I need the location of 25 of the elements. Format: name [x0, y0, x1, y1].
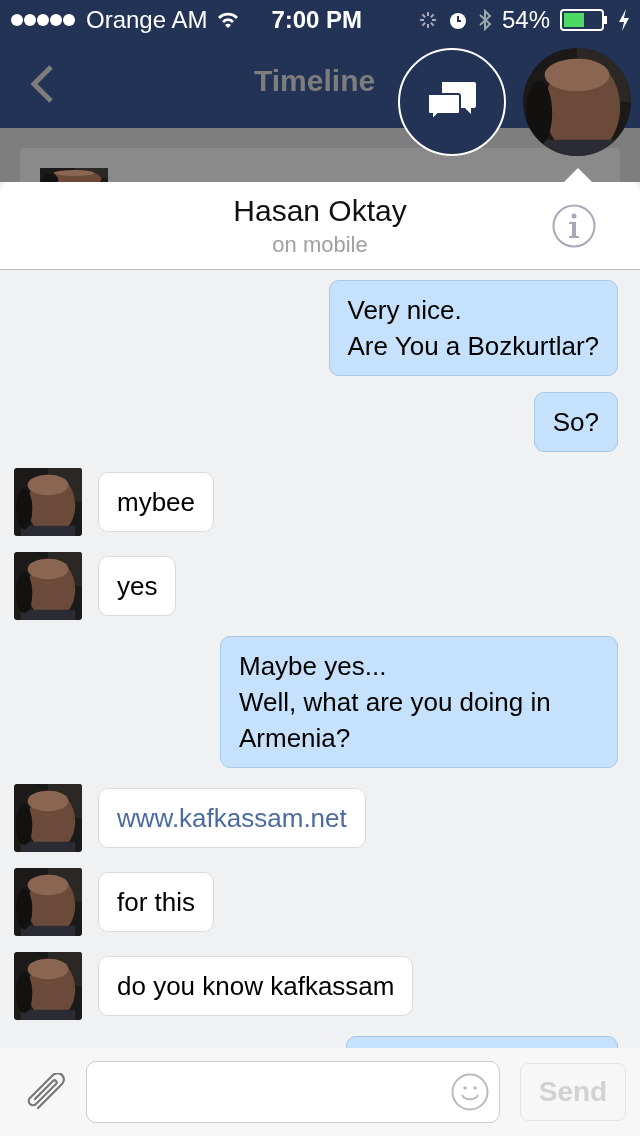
activity-icon — [417, 10, 438, 30]
clock-time: 7:00 PM — [271, 6, 364, 34]
wifi-icon — [217, 11, 240, 29]
battery-icon — [560, 9, 608, 31]
emoji-icon[interactable] — [451, 1073, 489, 1111]
message-input[interactable] — [86, 1061, 500, 1123]
battery-percent: 54% — [501, 6, 550, 34]
nav-title: Timeline — [254, 64, 376, 98]
bluetooth-icon — [477, 9, 492, 31]
back-icon[interactable] — [30, 65, 54, 103]
message-bubble: So? — [533, 392, 618, 452]
alarm-icon — [447, 10, 468, 30]
info-icon[interactable] — [552, 204, 596, 248]
message-bubble: yes — [98, 556, 177, 616]
signal-icon — [10, 13, 76, 27]
charging-icon — [618, 9, 630, 31]
carrier-name: Orange AM — [86, 6, 208, 34]
message-bubble: do you know kafkassam — [98, 956, 414, 1016]
message-bubble: mybee — [98, 472, 215, 532]
message-bubble: Maybe yes... Well, what are you doing in Armenia? — [220, 636, 618, 768]
message-link[interactable]: www.kafkassam.net — [98, 788, 366, 848]
message-bubble: for this — [98, 872, 215, 932]
presence-status: on mobile — [272, 231, 368, 258]
contact-name: Hasan Oktay — [233, 193, 407, 228]
message-bubble: Very nice. Are You a Bozkurtlar? — [328, 280, 618, 376]
